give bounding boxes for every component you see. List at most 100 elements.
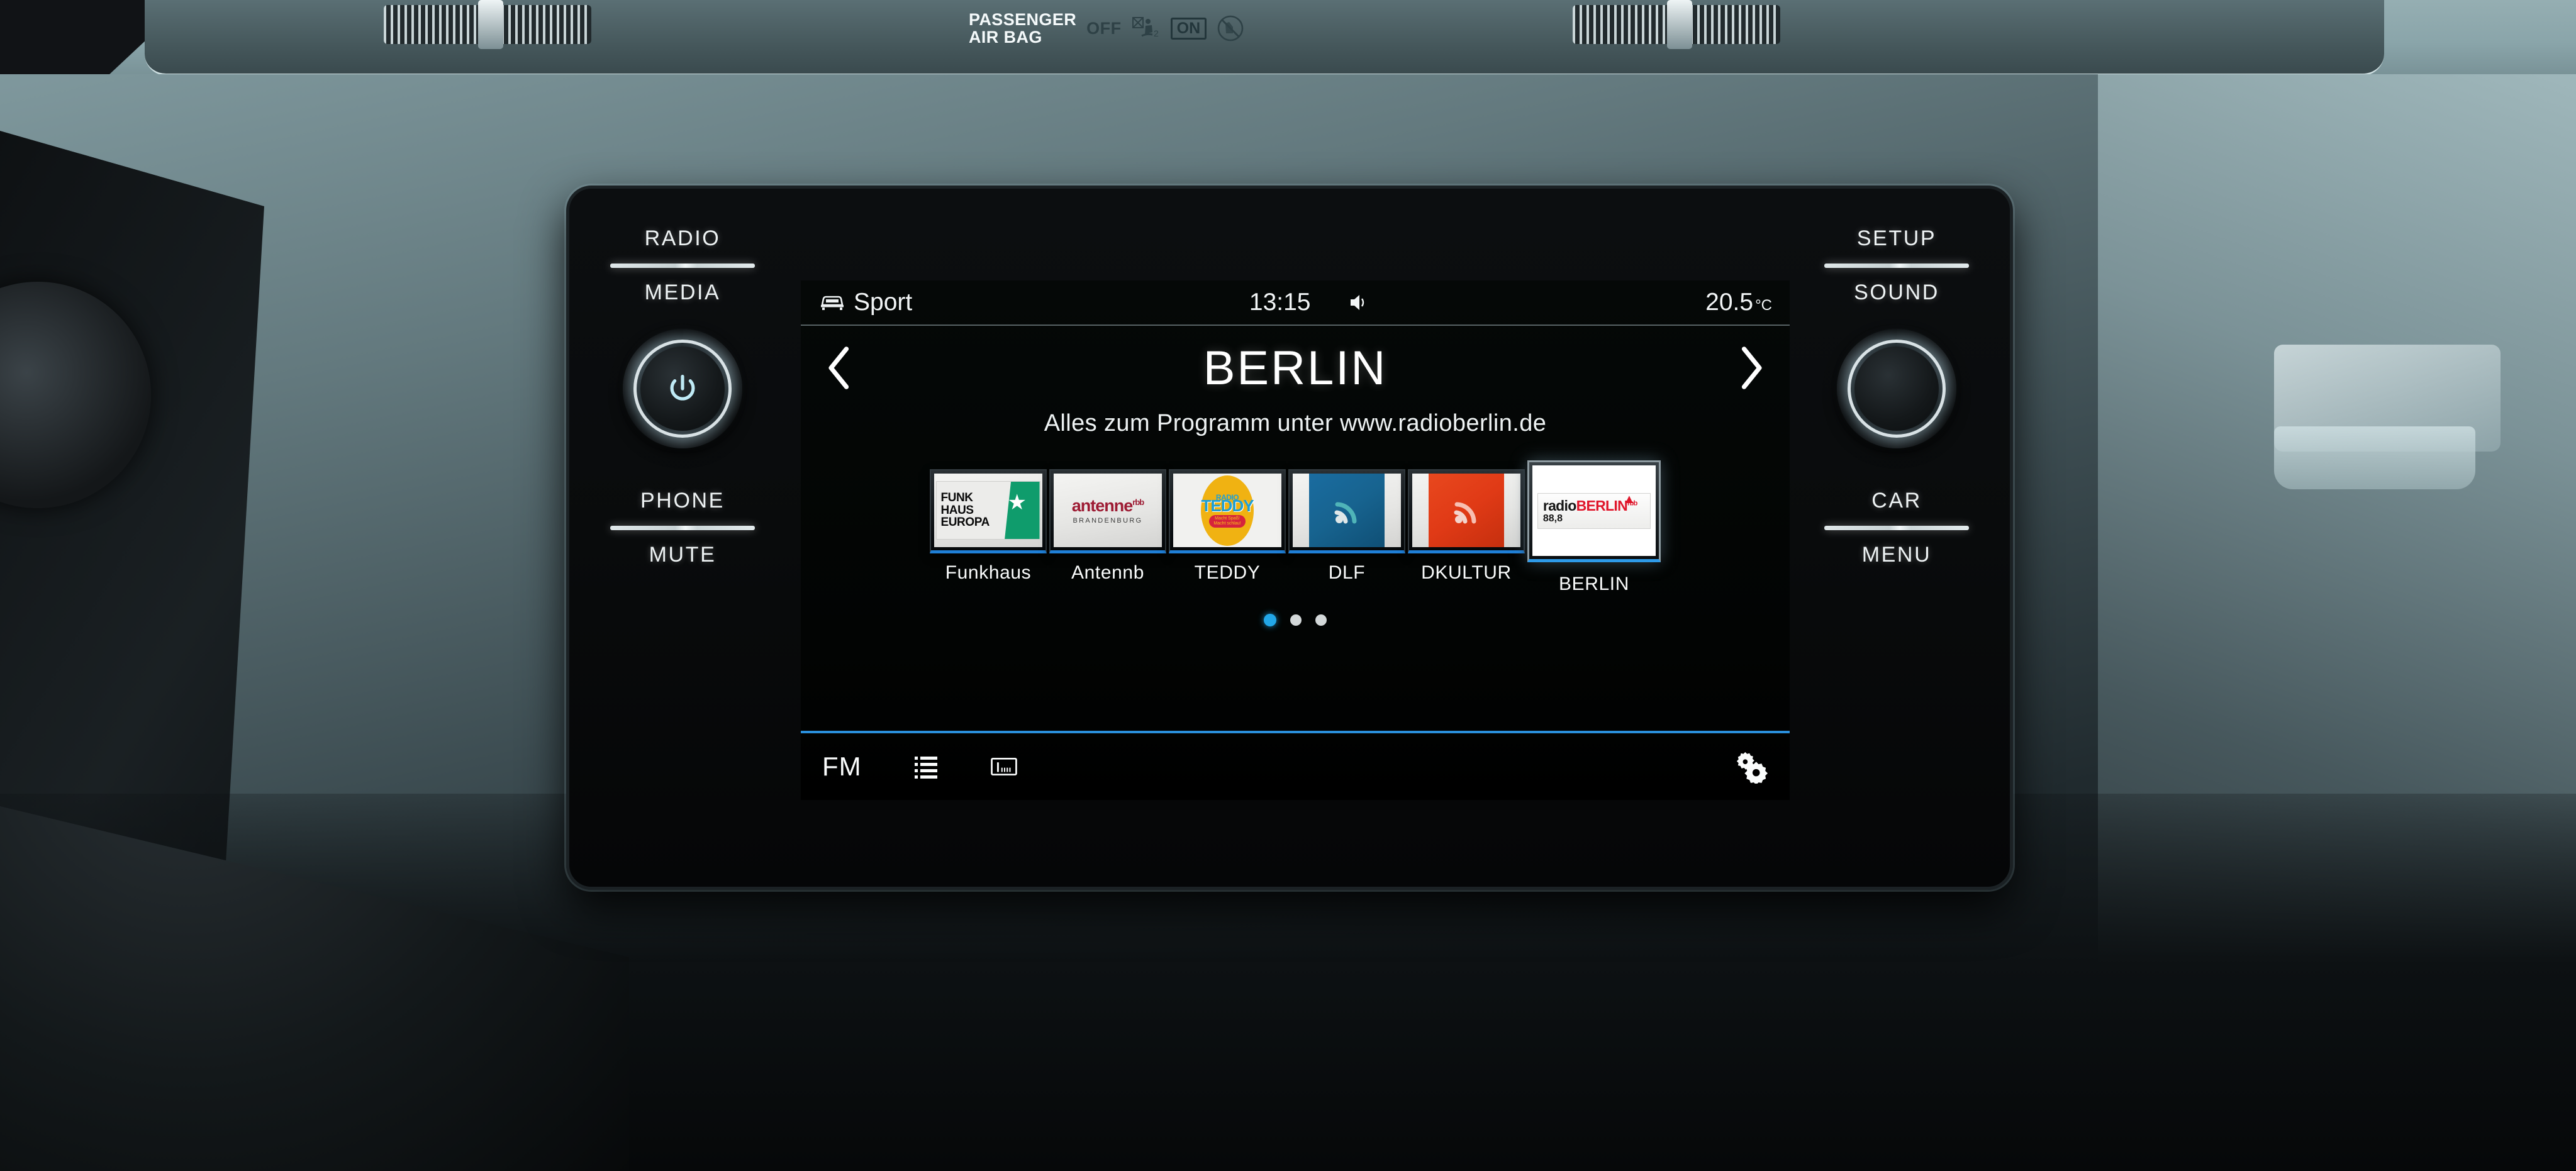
radioberlin-wordmark: radioBERLINrbb ▲ (1542, 492, 1645, 514)
driving-profile[interactable]: Sport (818, 289, 912, 316)
status-bar: Sport 13:15 20.5 °C (801, 280, 1790, 326)
preset-tile-teddy[interactable]: RADIO TEDDY Macht Spaß! Macht schlau! TE… (1169, 469, 1286, 584)
antenne-logo-art: antennerbb BRANDENBURG (1072, 496, 1144, 524)
radio-teddy-logo: RADIO TEDDY Macht Spaß! Macht schlau! (1173, 474, 1281, 547)
hw-button-mute[interactable]: MUTE (649, 543, 716, 567)
tune-knob-face[interactable] (1854, 347, 1939, 431)
radioberlin-88-8-logo: radioBERLINrbb ▲ 88,8 (1532, 465, 1656, 556)
airbag-title-line2: AIR BAG (969, 28, 1042, 47)
funkhaus-green-star-shape (1005, 481, 1040, 540)
radio-text: Alles zum Programm unter www.radioberlin… (1044, 410, 1547, 436)
preset-logo-frame: RADIO TEDDY Macht Spaß! Macht schlau! (1169, 469, 1286, 553)
speaker-icon[interactable] (1347, 292, 1368, 313)
tv-tower-icon: ▲ (1623, 492, 1636, 506)
radioberlin-logo-art: radioBERLINrbb ▲ 88,8 (1537, 492, 1651, 529)
screen-surface: Sport 13:15 20.5 °C BERLIN Alles zum Pro… (801, 280, 1790, 800)
power-icon (670, 374, 695, 401)
dkultur-logo-art (1428, 474, 1505, 547)
hw-rocker-right-top[interactable] (1824, 264, 1969, 268)
funkhaus-line3: EUROPA (940, 516, 990, 530)
tune-knob[interactable] (1837, 329, 1956, 448)
air-vent-left-knob[interactable] (478, 0, 503, 49)
hardware-buttons-left: RADIO MEDIA PHONE MUTE (569, 189, 796, 887)
glovebox-trim (2274, 426, 2475, 489)
page-dot-2[interactable] (1290, 614, 1302, 626)
airbag-off-label: OFF (1086, 18, 1122, 38)
hw-button-menu[interactable]: MENU (1862, 543, 1932, 567)
station-list-icon[interactable] (912, 753, 940, 780)
page-dot-1[interactable] (1264, 614, 1276, 626)
air-vent-right-knob[interactable] (1667, 0, 1692, 49)
preset-logo-frame: radioBERLINrbb ▲ 88,8 (1527, 460, 1661, 562)
preset-tile-funkhaus[interactable]: FUNK HAUS EUROPA Funkhaus (930, 469, 1047, 584)
driving-profile-label: Sport (854, 289, 913, 316)
radioberlin-radio-word: radio (1542, 497, 1576, 514)
hw-button-car[interactable]: CAR (1871, 489, 1922, 513)
dlf-logo-art (1308, 474, 1385, 547)
band-button-fm[interactable]: FM (822, 752, 862, 782)
preset-label: BERLIN (1559, 574, 1629, 594)
airbag-on-label: ON (1170, 17, 1207, 40)
funkhaus-line2: HAUS (940, 503, 974, 517)
teddy-yellow-egg: RADIO TEDDY Macht Spaß! Macht schlau! (1201, 475, 1254, 546)
airbag-title-line1: PASSENGER (969, 9, 1077, 29)
page-dot-3[interactable] (1315, 614, 1327, 626)
teddy-tagline-1: Macht Spaß! (1215, 516, 1240, 521)
temperature-value: 20.5 (1705, 289, 1754, 316)
hw-button-media[interactable]: MEDIA (645, 280, 721, 305)
passenger-airbag-off-icon: 2 (1132, 17, 1159, 38)
car-front-icon (821, 296, 844, 310)
preset-label: DKULTUR (1421, 562, 1512, 583)
car-interior-scene: PASSENGER AIR BAG OFF 2 ON RADIO MEDIA P… (0, 0, 2576, 1171)
power-volume-knob[interactable] (623, 329, 742, 448)
teddy-wordmark: TEDDY (1201, 496, 1254, 516)
preset-label: Funkhaus (945, 562, 1032, 583)
hw-rocker-left-top[interactable] (610, 264, 755, 268)
preset-label: Antennb (1071, 562, 1144, 583)
child-seat-prohibited-icon (1217, 15, 1244, 42)
deutschlandfunk-logo (1293, 474, 1401, 547)
hardware-buttons-right: SETUP SOUND CAR MENU (1783, 189, 2010, 887)
deutschlandfunk-kultur-logo (1412, 474, 1520, 547)
antenne-brandenburg-logo: antennerbb BRANDENBURG (1054, 474, 1162, 547)
power-knob-face[interactable] (640, 347, 725, 431)
frequency-scale-icon[interactable] (990, 753, 1018, 780)
hw-button-sound[interactable]: SOUND (1854, 280, 1939, 305)
preset-logo-frame (1408, 469, 1525, 553)
svg-text:2: 2 (1154, 28, 1159, 38)
temperature-unit: °C (1755, 297, 1772, 314)
preset-tile-dkultur[interactable]: DKULTUR (1408, 469, 1525, 584)
antenne-rbb-sup: rbb (1132, 497, 1144, 507)
chevron-right-icon[interactable] (1737, 345, 1766, 391)
outside-temperature: 20.5 °C (1705, 289, 1772, 316)
funkhaus-logo-text: FUNK HAUS EUROPA (937, 482, 1005, 540)
preset-label: TEDDY (1194, 562, 1261, 583)
hw-rocker-right-bottom[interactable] (1824, 526, 1969, 530)
chevron-left-icon[interactable] (825, 345, 854, 391)
clock: 13:15 (1249, 289, 1311, 316)
antenne-subtitle: BRANDENBURG (1073, 517, 1143, 524)
radio-wave-icon (1454, 502, 1476, 523)
funkhaus-line1: FUNK (940, 491, 973, 505)
teddy-tagline-pill: Macht Spaß! Macht schlau! (1209, 514, 1246, 528)
radio-wave-icon (1334, 502, 1357, 523)
touchscreen-display[interactable]: Sport 13:15 20.5 °C BERLIN Alles zum Pro… (801, 280, 1790, 800)
preset-station-row: FUNK HAUS EUROPA Funkhaus (801, 460, 1790, 601)
preset-tile-berlin[interactable]: radioBERLINrbb ▲ 88,8 BERLIN (1527, 460, 1661, 595)
teddy-tagline-2: Macht schlau! (1213, 521, 1241, 526)
preset-logo-frame (1288, 469, 1405, 553)
preset-tile-antennb[interactable]: antennerbb BRANDENBURG Antennb (1049, 469, 1166, 584)
passenger-airbag-indicator: PASSENGER AIR BAG OFF 2 ON (969, 0, 1409, 57)
preset-label: DLF (1328, 562, 1366, 583)
status-center: 13:15 (912, 289, 1705, 316)
hw-button-phone[interactable]: PHONE (640, 489, 725, 513)
radioberlin-frequency: 88,8 (1542, 513, 1563, 524)
funkhaus-logo-art: FUNK HAUS EUROPA (936, 480, 1040, 540)
preset-logo-frame: FUNK HAUS EUROPA (930, 469, 1047, 553)
gears-settings-icon[interactable] (1734, 750, 1768, 784)
hw-rocker-left-bottom[interactable] (610, 526, 755, 530)
preset-tile-dlf[interactable]: DLF (1288, 469, 1405, 584)
bottom-toolbar: FM (801, 731, 1790, 800)
hw-button-setup[interactable]: SETUP (1857, 226, 1936, 251)
hw-button-radio[interactable]: RADIO (645, 226, 721, 251)
